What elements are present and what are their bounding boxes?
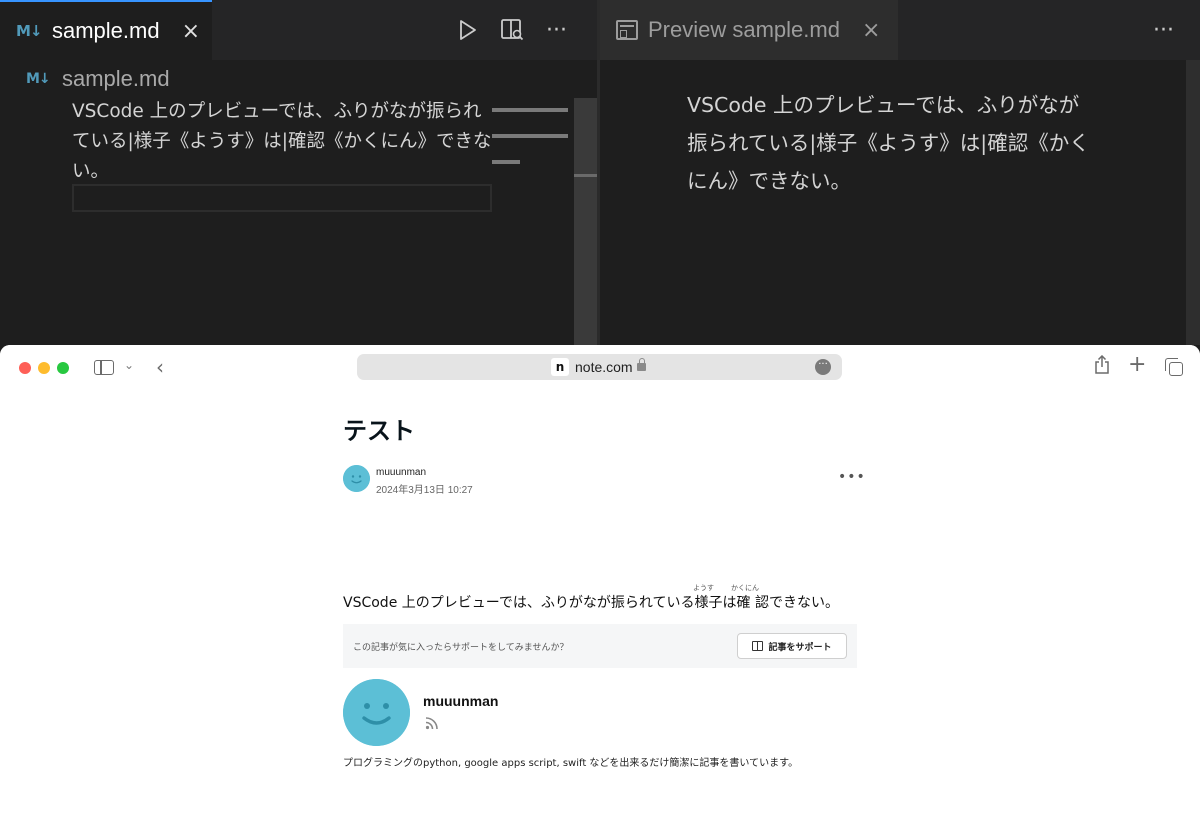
markdown-preview: VSCode 上のプレビューでは、ふりがなが振られている|様子《ようす》は|確認… <box>600 60 1200 345</box>
vscode-window: M↓ sample.md × ··· Preview sample.md × ·… <box>0 0 1200 345</box>
chevron-down-icon[interactable]: ⌄ <box>124 358 134 372</box>
profile-avatar[interactable] <box>343 679 410 746</box>
breadcrumb[interactable]: M↓ sample.md <box>26 66 170 92</box>
support-button[interactable]: 記事をサポート <box>737 633 847 659</box>
support-button-label: 記事をサポート <box>768 642 832 653</box>
author-name[interactable]: muuunman <box>376 467 426 478</box>
sidebar-icon[interactable] <box>94 360 114 375</box>
more-icon[interactable]: ··· <box>546 18 567 43</box>
markdown-icon: M↓ <box>16 22 43 40</box>
plus-icon[interactable]: + <box>1128 352 1146 377</box>
minimap[interactable] <box>492 96 574 345</box>
profile-name[interactable]: muuunman <box>423 693 498 709</box>
close-icon[interactable]: × <box>182 19 200 44</box>
current-line-highlight <box>72 184 492 212</box>
page-menu-icon[interactable]: ··· <box>815 359 831 375</box>
browser-toolbar: ⌄ ‹ n note.com ··· + <box>0 345 1200 391</box>
tab-sample-md[interactable]: M↓ sample.md × <box>0 0 212 60</box>
tab-label: Preview sample.md <box>648 17 840 42</box>
author-avatar[interactable] <box>343 465 370 492</box>
note-favicon-icon: n <box>551 358 569 376</box>
breadcrumb-file[interactable]: sample.md <box>62 66 170 92</box>
minimize-window-button[interactable] <box>38 362 50 374</box>
article-body: VSCode 上のプレビューでは、ふりがなが振られている様子は確 認できない。 <box>343 595 839 611</box>
support-box: この記事が気に入ったらサポートをしてみませんか？ 記事をサポート <box>343 624 857 668</box>
editor-tab-bar: M↓ sample.md × ··· <box>0 0 597 60</box>
lock-icon <box>637 358 646 371</box>
back-icon[interactable]: ‹ <box>156 355 164 379</box>
close-icon[interactable]: × <box>862 18 880 43</box>
preview-tab-bar: Preview sample.md × ··· <box>600 0 1200 60</box>
tab-label: sample.md <box>52 18 160 43</box>
more-icon[interactable]: ··· <box>1153 18 1174 43</box>
more-icon[interactable]: ••• <box>838 469 866 485</box>
preview-text: VSCode 上のプレビューでは、ふりがなが振られている|様子《ようす》は|確認… <box>687 93 1090 193</box>
editor-actions: ··· <box>458 0 567 60</box>
support-prompt: この記事が気に入ったらサポートをしてみませんか？ <box>353 643 569 653</box>
article-title: テスト <box>343 417 415 445</box>
minimap-line <box>492 134 568 138</box>
markdown-editor[interactable]: M↓ sample.md VSCode 上のプレビューでは、ふりがなが振られてい… <box>0 60 597 345</box>
tab-preview-sample-md[interactable]: Preview sample.md × <box>600 0 898 60</box>
address-bar[interactable]: n note.com ··· <box>357 354 842 380</box>
open-preview-icon[interactable] <box>500 18 524 42</box>
rss-icon[interactable] <box>425 716 439 730</box>
preview-icon <box>616 20 638 40</box>
preview-actions: ··· <box>1153 0 1174 60</box>
minimap-line <box>492 160 520 164</box>
minimap-line <box>492 108 568 112</box>
safari-window: ⌄ ‹ n note.com ··· + テスト muuunman 2024年3… <box>0 345 1200 815</box>
zoom-window-button[interactable] <box>57 362 69 374</box>
url-text[interactable]: note.com <box>575 359 633 375</box>
close-window-button[interactable] <box>19 362 31 374</box>
gift-icon <box>752 641 764 651</box>
run-icon[interactable] <box>458 19 478 41</box>
preview-scrollbar[interactable] <box>1186 60 1200 345</box>
tabs-icon[interactable] <box>1165 358 1183 376</box>
share-icon[interactable] <box>1094 355 1110 375</box>
editor-scrollbar[interactable] <box>574 98 597 345</box>
profile-bio: プログラミングのpython, google apps script, swif… <box>343 758 799 769</box>
post-date: 2024年3月13日 10:27 <box>376 485 473 496</box>
markdown-icon: M↓ <box>26 71 51 87</box>
scroll-thumb[interactable] <box>574 174 597 177</box>
editor-text[interactable]: VSCode 上のプレビューでは、ふりがなが振られている|様子《ようす》は|確認… <box>72 97 492 187</box>
